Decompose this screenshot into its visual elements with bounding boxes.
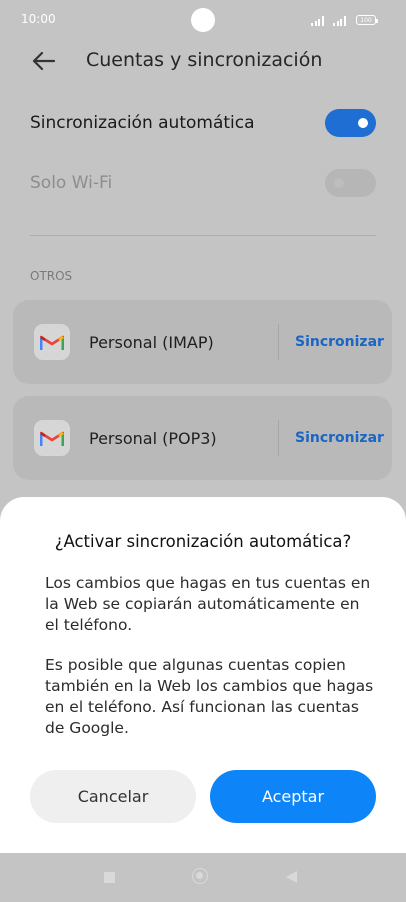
nav-recents-icon[interactable] [104, 872, 115, 883]
app-header: Cuentas y sincronización [0, 40, 406, 84]
battery-icon: 100 [356, 15, 378, 25]
back-arrow-icon[interactable] [31, 48, 57, 74]
signal-icon [311, 16, 324, 26]
wifi-only-label: Solo Wi-Fi [30, 173, 113, 193]
status-bar: 10:00 100 [0, 0, 406, 40]
auto-sync-dialog: ¿Activar sincronización automática? Los … [0, 497, 406, 853]
dialog-paragraph-2: Es posible que algunas cuentas copien ta… [45, 656, 374, 737]
sync-button[interactable]: Sincronizar [295, 334, 384, 350]
dialog-title: ¿Activar sincronización automática? [54, 532, 352, 551]
navigation-bar [0, 853, 406, 902]
settings-screen: 10:00 100 Cuentas y sincronización Sincr… [0, 0, 406, 902]
separator [278, 324, 279, 360]
account-card[interactable]: Personal (IMAP) Sincronizar [13, 300, 392, 384]
separator [278, 420, 279, 456]
status-time: 10:00 [21, 12, 56, 26]
accept-button[interactable]: Aceptar [210, 770, 376, 823]
gmail-icon [34, 324, 70, 360]
page-title: Cuentas y sincronización [86, 49, 323, 71]
signal-icon [333, 16, 346, 26]
account-name: Personal (POP3) [89, 429, 217, 448]
dialog-paragraph-1: Los cambios que hagas en tus cuentas en … [45, 574, 371, 634]
auto-sync-label: Sincronización automática [30, 113, 255, 133]
nav-back-icon[interactable] [286, 871, 297, 883]
gmail-icon [34, 420, 70, 456]
wifi-only-toggle[interactable] [325, 169, 376, 197]
account-card[interactable]: Personal (POP3) Sincronizar [13, 396, 392, 480]
account-name: Personal (IMAP) [89, 333, 214, 352]
auto-sync-toggle[interactable] [325, 109, 376, 137]
camera-cutout [191, 8, 215, 32]
sync-button[interactable]: Sincronizar [295, 430, 384, 446]
section-label: OTROS [30, 269, 73, 283]
cancel-button[interactable]: Cancelar [30, 770, 196, 823]
divider [30, 235, 376, 236]
nav-home-icon[interactable] [192, 868, 208, 884]
